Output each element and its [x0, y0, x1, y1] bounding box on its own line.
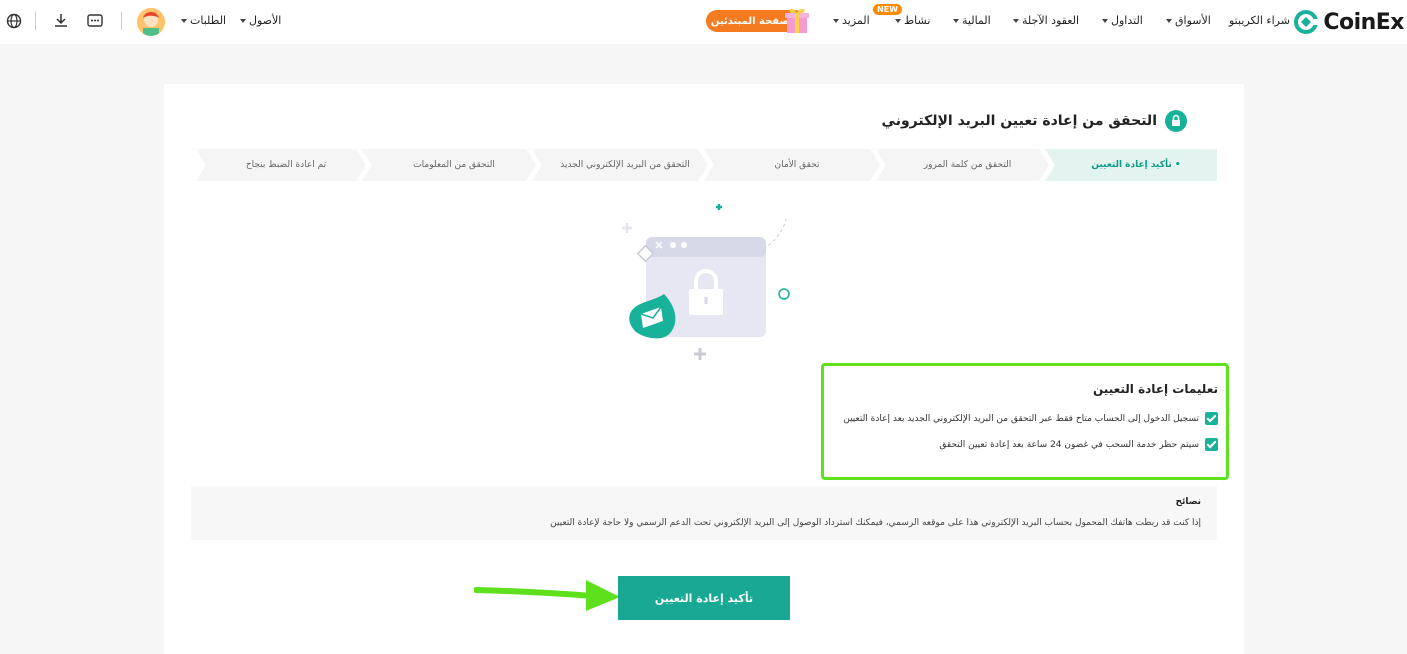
nav-orders-label: الطلبات: [190, 14, 227, 27]
nav-finance[interactable]: المالية: [953, 14, 991, 27]
step-security-verification: تحقق الأمان: [714, 149, 880, 181]
globe-icon[interactable]: [5, 12, 23, 30]
tips-title: نصائح: [1175, 497, 1202, 507]
avatar-icon: [137, 8, 165, 36]
nav-finance-label: المالية: [962, 14, 991, 27]
step-label: التحقق من المعلومات: [413, 160, 495, 170]
tips-box: نصائح إذا كنت قد ربطت هاتفك المحمول بحسا…: [191, 486, 1217, 540]
notice-item: تسجيل الدخول إلى الحساب متاح فقط عبر الت…: [843, 412, 1218, 425]
reset-instructions-box: تعليمات إعادة التعيين تسجيل الدخول إلى ا…: [821, 363, 1229, 480]
download-icon[interactable]: [52, 12, 70, 30]
nav-assets-label: الأصول: [249, 14, 282, 27]
locked-email-illustration: [622, 204, 790, 360]
chevron-down-icon: [240, 18, 246, 23]
checkbox-checked-icon: [1205, 412, 1218, 425]
reset-steps: تأكيد إعادة التعيين • التحقق من كلمة الم…: [196, 149, 1217, 181]
step-label: التحقق من البريد الإلكتروني الجديد: [560, 160, 690, 170]
header-divider: [121, 12, 122, 30]
notice-item-text: سيتم حظر خدمة السحب في غضون 24 ساعة بعد …: [939, 439, 1199, 450]
step-label: التحقق من كلمة المرور: [923, 160, 1012, 170]
coinex-logo-icon: [1294, 10, 1319, 34]
nav-more-label: المزيد: [842, 14, 870, 27]
nav-markets-label: الأسواق: [1175, 14, 1211, 27]
step-info-verification: التحقق من المعلومات: [372, 149, 536, 181]
nav-activity-label: نشاط: [904, 14, 931, 27]
nav-activity[interactable]: نشاط: [895, 14, 930, 27]
nav-futures[interactable]: العقود الآجلة: [1013, 14, 1079, 27]
chevron-down-icon: [1102, 18, 1108, 23]
step-label: تم اعادة الضبط بنجاح: [245, 160, 327, 170]
green-arrow-annotation: [474, 580, 620, 611]
confirm-reset-button[interactable]: تأكيد إعادة التعيين: [618, 576, 790, 620]
chevron-down-icon: [833, 18, 839, 23]
notice-item: سيتم حظر خدمة السحب في غضون 24 ساعة بعد …: [939, 438, 1218, 451]
tips-text: إذا كنت قد ربطت هاتفك المحمول بحساب البر…: [550, 518, 1201, 528]
header-divider: [35, 12, 36, 30]
nav-buy-crypto-label: شراء الكريبتو: [1229, 14, 1290, 27]
step-reset-success: تم اعادة الضبط بنجاح: [206, 149, 366, 181]
checkbox-checked-icon: [1205, 438, 1218, 451]
gift-icon: [785, 8, 809, 33]
nav-orders[interactable]: الطلبات: [181, 14, 226, 27]
avatar[interactable]: [137, 8, 165, 36]
step-label: تأكيد إعادة التعيين: [1091, 160, 1172, 170]
reset-email-card: التحقق من إعادة تعيين البريد الإلكتروني …: [164, 84, 1244, 654]
nav-buy-crypto[interactable]: شراء الكريبتو: [1229, 14, 1290, 27]
brand-name: CoinEx: [1323, 9, 1404, 35]
chevron-down-icon: [181, 18, 187, 23]
step-password-verification: التحقق من كلمة المرور: [886, 149, 1049, 181]
step-new-email-verification: التحقق من البريد الإلكتروني الجديد: [542, 149, 708, 181]
lock-icon: [1165, 110, 1187, 132]
new-badge: NEW: [873, 4, 902, 15]
chevron-down-icon: [953, 18, 959, 23]
chat-icon[interactable]: [86, 12, 104, 30]
beginner-page-label: صفحة المبتدئين: [710, 15, 790, 27]
page-title-text: التحقق من إعادة تعيين البريد الإلكتروني: [881, 113, 1157, 129]
nav-assets[interactable]: الأصول: [240, 14, 281, 27]
page-title: التحقق من إعادة تعيين البريد الإلكتروني: [882, 110, 1187, 132]
step-label: تحقق الأمان: [774, 160, 820, 170]
chevron-down-icon: [1166, 18, 1172, 23]
chevron-down-icon: [895, 18, 901, 23]
notice-title: تعليمات إعادة التعيين: [1093, 382, 1218, 396]
chevron-down-icon: [1013, 18, 1019, 23]
notice-item-text: تسجيل الدخول إلى الحساب متاح فقط عبر الت…: [843, 413, 1199, 424]
coinex-logo[interactable]: CoinEx: [1293, 8, 1404, 36]
nav-trade[interactable]: التداول: [1102, 14, 1143, 27]
nav-markets[interactable]: الأسواق: [1166, 14, 1211, 27]
step-confirm-reset: تأكيد إعادة التعيين •: [1091, 160, 1181, 170]
top-header: CoinEx شراء الكريبتو الأسواق التداول الع…: [0, 0, 1407, 44]
nav-trade-label: التداول: [1111, 14, 1143, 27]
nav-more[interactable]: المزيد: [833, 14, 870, 27]
nav-futures-label: العقود الآجلة: [1022, 14, 1080, 27]
